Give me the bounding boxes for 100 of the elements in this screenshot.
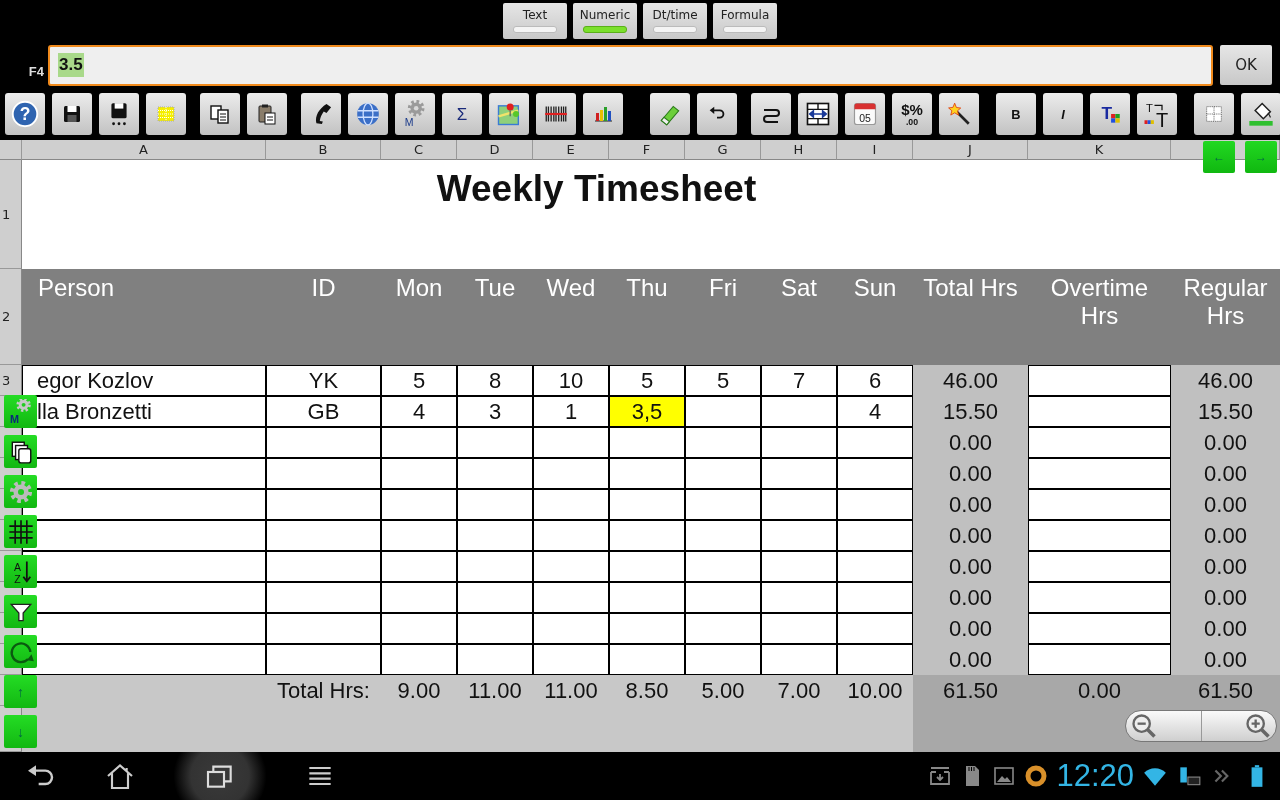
zoom-out-icon (1130, 712, 1158, 740)
copy-button[interactable] (4, 435, 37, 468)
column-title: Total Hrs (923, 274, 1018, 302)
formula-field[interactable]: 3.5 (48, 44, 1213, 86)
paint-bucket-icon (1247, 100, 1275, 128)
input-type-tab[interactable]: Dt/time (643, 3, 707, 39)
input-type-tab[interactable]: Numeric (573, 3, 637, 39)
total-value: 7.00 (761, 675, 837, 706)
table-cell: 0.00 (913, 613, 1028, 644)
total-value: 11.00 (533, 675, 609, 706)
total-value: 5.00 (685, 675, 761, 706)
copy-button[interactable] (200, 93, 240, 135)
sum-button[interactable]: Σ (442, 93, 482, 135)
undo-button[interactable] (697, 93, 737, 135)
input-type-tab[interactable]: Formula (713, 3, 777, 39)
column-title: Regular Hrs (1182, 274, 1269, 330)
filter-button[interactable] (4, 595, 37, 628)
column-header: D (457, 140, 533, 160)
web-button[interactable] (348, 93, 388, 135)
table-cell: 0.00 (913, 489, 1028, 520)
column-width-button[interactable] (798, 93, 838, 135)
select-cells-button[interactable] (146, 93, 186, 135)
ring-icon (1024, 764, 1049, 788)
table-cell: 0.00 (1171, 644, 1280, 675)
italic-button[interactable]: I (1043, 93, 1083, 135)
help-button[interactable]: ? (5, 93, 45, 135)
magic-wand-icon (946, 101, 972, 127)
total-value: 61.50 (1171, 675, 1280, 706)
column-title: Sun (853, 274, 897, 302)
header-cell (0, 140, 22, 160)
bold-button[interactable]: B (996, 93, 1036, 135)
fill-color-button[interactable] (1241, 93, 1280, 135)
barcode-button[interactable] (536, 93, 576, 135)
total-value: 61.50 (913, 675, 1028, 706)
column-width-icon (804, 100, 832, 128)
table-cell: 7 (761, 365, 837, 396)
sigma-icon: Σ (450, 102, 474, 126)
help-icon: ? (11, 100, 39, 128)
calendar-icon: 05 (851, 100, 879, 128)
column-header: K (1028, 140, 1171, 160)
table-cell: 0.00 (1171, 551, 1280, 582)
total-value: 8.50 (609, 675, 685, 706)
column-title: Mon (395, 274, 443, 302)
save-button[interactable] (52, 93, 92, 135)
total-value: 9.00 (381, 675, 457, 706)
text-color-button[interactable]: T (1090, 93, 1130, 135)
total-value: 10.00 (837, 675, 913, 706)
autofill-button[interactable] (939, 93, 979, 135)
save-as-button[interactable] (99, 93, 139, 135)
row-header: 1 (0, 160, 22, 269)
column-header: F (609, 140, 685, 160)
input-type-tab[interactable]: Text (503, 3, 567, 39)
table-cell: 4 (381, 396, 457, 427)
clipboard-icon (255, 102, 279, 126)
map-button[interactable] (489, 93, 529, 135)
cell-reference: F4 (27, 64, 45, 79)
column-header: C (381, 140, 457, 160)
ok-button[interactable]: OK (1220, 45, 1272, 85)
currency-percent-icon: $% .00 (897, 99, 927, 129)
paste-button[interactable] (247, 93, 287, 135)
table-cell: 0.00 (1171, 613, 1280, 644)
globe-icon (355, 101, 381, 127)
column-title: Overtime Hrs (1049, 274, 1150, 330)
table-cell: 0.00 (913, 582, 1028, 613)
clear-button[interactable] (650, 93, 690, 135)
grid-button[interactable] (4, 515, 37, 548)
sort-button[interactable]: A Z (4, 555, 37, 588)
column-title: ID (311, 274, 336, 302)
table-cell: 0.00 (1171, 458, 1280, 489)
date-button[interactable]: 05 (845, 93, 885, 135)
column-header: A (22, 140, 266, 160)
table-cell: 15.50 (1171, 396, 1280, 427)
table-cell: 0.00 (913, 520, 1028, 551)
phone-button[interactable] (301, 93, 341, 135)
chart-button[interactable] (583, 93, 623, 135)
column-title: Tue (474, 274, 516, 302)
column-title: Wed (546, 274, 596, 302)
column-header: E (533, 140, 609, 160)
bold-icon: B (1005, 103, 1027, 125)
table-cell: 46.00 (1171, 365, 1280, 396)
column-header: I (837, 140, 913, 160)
column-header: G (685, 140, 761, 160)
borders-icon (1203, 103, 1225, 125)
table-cell: 0.00 (1171, 427, 1280, 458)
column-header: H (761, 140, 837, 160)
table-cell: 0.00 (1171, 582, 1280, 613)
macro-button[interactable]: M (395, 93, 435, 135)
column-header: B (266, 140, 381, 160)
table-cell: 1 (533, 396, 609, 427)
column-title: Thu (626, 274, 668, 302)
table-cell: 4 (837, 396, 913, 427)
table-cell: 46.00 (913, 365, 1028, 396)
number-format-button[interactable]: $% .00 (892, 93, 932, 135)
row-header: 3 (0, 365, 22, 396)
table-cell: 5 (685, 365, 761, 396)
refresh-button[interactable] (4, 635, 37, 668)
wrap-text-button[interactable] (751, 93, 791, 135)
table-cell: 5 (609, 365, 685, 396)
table-cell: GB (266, 396, 381, 427)
table-cell: 0.00 (1171, 520, 1280, 551)
